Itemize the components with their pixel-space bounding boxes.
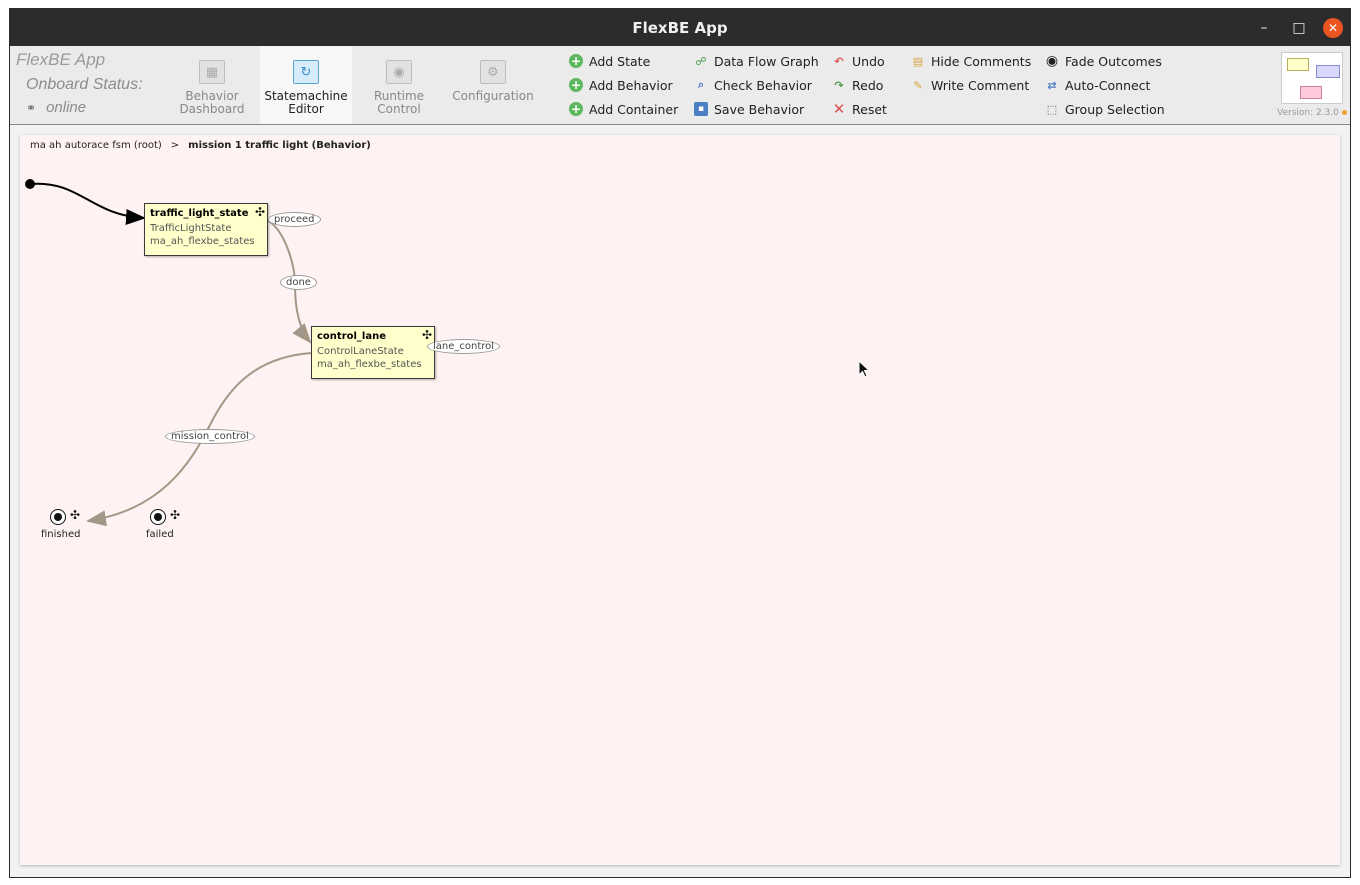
add-state-button[interactable]: + Add State (569, 53, 650, 69)
move-icon[interactable]: ✣ (255, 205, 265, 219)
check-behavior-button[interactable]: ⌕ Check Behavior (694, 77, 812, 93)
write-comment-button[interactable]: ✎ Write Comment (911, 77, 1029, 93)
button-label: Reset (852, 101, 887, 117)
tab-statemachine-editor[interactable]: ↻ Statemachine Editor (260, 46, 352, 124)
outcome-lane-control[interactable]: lane_control (427, 339, 501, 354)
auto-connect-icon: ⇄ (1047, 78, 1057, 92)
state-control-lane[interactable]: control_lane ControlLaneState ma_ah_flex… (311, 326, 435, 379)
button-label: Group Selection (1065, 101, 1165, 117)
tab-label: Editor (288, 102, 324, 116)
data-flow-graph-button[interactable]: ☍ Data Flow Graph (694, 53, 819, 69)
add-icon: + (569, 54, 583, 68)
minimap-state (1300, 86, 1322, 99)
fade-outcomes-icon: ◉ (1045, 53, 1059, 69)
maximize-button[interactable]: □ (1289, 18, 1309, 38)
move-icon[interactable]: ✣ (422, 328, 432, 342)
button-label: Write Comment (931, 77, 1030, 93)
move-icon[interactable]: ✣ (170, 508, 180, 522)
button-label: Auto-Connect (1065, 77, 1151, 93)
button-label: Fade Outcomes (1065, 53, 1162, 69)
mouse-cursor-icon (858, 360, 870, 378)
minimize-button[interactable]: – (1254, 18, 1274, 38)
outcome-failed-label: failed (146, 529, 174, 540)
comment-icon: ▤ (912, 54, 924, 68)
tab-label: Configuration (452, 89, 534, 103)
add-icon: + (569, 78, 583, 92)
state-package: ma_ah_flexbe_states (317, 359, 422, 370)
runtime-icon: ◉ (386, 60, 412, 84)
initial-transition (29, 182, 146, 225)
state-name: control_lane (317, 331, 387, 342)
link-icon: ⚭ (26, 101, 37, 115)
button-label: Check Behavior (714, 77, 812, 93)
undo-icon: ↶ (834, 54, 844, 68)
button-label: Undo (852, 53, 885, 69)
save-icon: ▪ (694, 102, 708, 116)
statemachine-minimap[interactable] (1281, 52, 1343, 104)
main-toolbar: FlexBE App Onboard Status: ⚭ online ▦ Beh… (10, 46, 1350, 125)
app-window: FlexBE App – □ ✕ FlexBE App Onboard Stat… (9, 8, 1351, 878)
button-label: Add Container (589, 101, 679, 117)
button-label: Save Behavior (714, 101, 805, 117)
outcome-proceed[interactable]: proceed (268, 212, 321, 227)
state-package: ma_ah_flexbe_states (150, 236, 255, 247)
status-dot-icon (1341, 110, 1347, 115)
add-icon: + (569, 102, 583, 116)
version-label: Version: 2.3.0 (1277, 108, 1347, 118)
write-comment-icon: ✎ (913, 78, 923, 92)
tab-runtime-control[interactable]: ◉ Runtime Control (353, 46, 445, 124)
tab-configuration[interactable]: ⚙ Configuration (447, 46, 539, 124)
fade-outcomes-toggle[interactable]: ◉ Fade Outcomes (1045, 53, 1162, 69)
onboard-status-value: ⚭ online (26, 99, 86, 116)
minimap-state (1316, 65, 1340, 78)
state-traffic-light[interactable]: traffic_light_state TrafficLightState ma… (144, 203, 268, 256)
button-label: Hide Comments (931, 53, 1032, 69)
reset-icon: ✕ (832, 100, 846, 118)
close-button[interactable]: ✕ (1323, 18, 1343, 38)
outcome-finished-node[interactable] (50, 509, 66, 525)
statemachine-canvas[interactable]: ma ah autorace fsm (root) > mission 1 traf… (20, 135, 1340, 865)
outcome-failed-node[interactable] (150, 509, 166, 525)
hide-comments-button[interactable]: ▤ Hide Comments (911, 53, 1031, 69)
outcome-finished-label: finished (41, 529, 81, 540)
button-label: Redo (852, 77, 884, 93)
move-icon[interactable]: ✣ (70, 508, 80, 522)
state-name: traffic_light_state (150, 208, 249, 219)
statemachine-icon: ↻ (293, 60, 319, 84)
tab-label: Control (377, 102, 421, 116)
button-label: Add Behavior (589, 77, 673, 93)
outcome-done[interactable]: done (280, 275, 317, 290)
button-label: Data Flow Graph (714, 53, 819, 69)
add-container-button[interactable]: + Add Container (569, 101, 678, 117)
magnifier-icon: ⌕ (697, 78, 705, 91)
brand-label: FlexBE App (16, 50, 106, 69)
button-label: Add State (589, 53, 651, 69)
undo-button[interactable]: ↶ Undo (832, 53, 885, 69)
data-flow-icon: ☍ (695, 54, 707, 68)
window-title: FlexBE App (632, 19, 728, 37)
onboard-status-label: Onboard Status: (26, 76, 143, 93)
group-selection-icon: ⬚ (1046, 102, 1058, 116)
outcome-mission-control[interactable]: mission_control (165, 429, 255, 444)
redo-button[interactable]: ↷ Redo (832, 77, 883, 93)
auto-connect-button[interactable]: ⇄ Auto-Connect (1045, 77, 1150, 93)
online-text: online (46, 99, 87, 116)
grid-icon: ▦ (199, 60, 225, 84)
save-behavior-button[interactable]: ▪ Save Behavior (694, 101, 804, 117)
title-bar: FlexBE App – □ ✕ (10, 9, 1350, 46)
add-behavior-button[interactable]: + Add Behavior (569, 77, 673, 93)
gear-icon: ⚙ (480, 60, 506, 84)
redo-icon: ↷ (834, 78, 844, 92)
version-text: Version: 2.3.0 (1277, 108, 1339, 118)
state-class: TrafficLightState (150, 223, 232, 234)
reset-button[interactable]: ✕ Reset (832, 100, 887, 118)
minimap-state (1287, 58, 1309, 71)
group-selection-button[interactable]: ⬚ Group Selection (1045, 101, 1165, 117)
tab-behavior-dashboard[interactable]: ▦ Behavior Dashboard (166, 46, 258, 124)
state-class: ControlLaneState (317, 346, 404, 357)
tab-label: Dashboard (179, 102, 245, 116)
